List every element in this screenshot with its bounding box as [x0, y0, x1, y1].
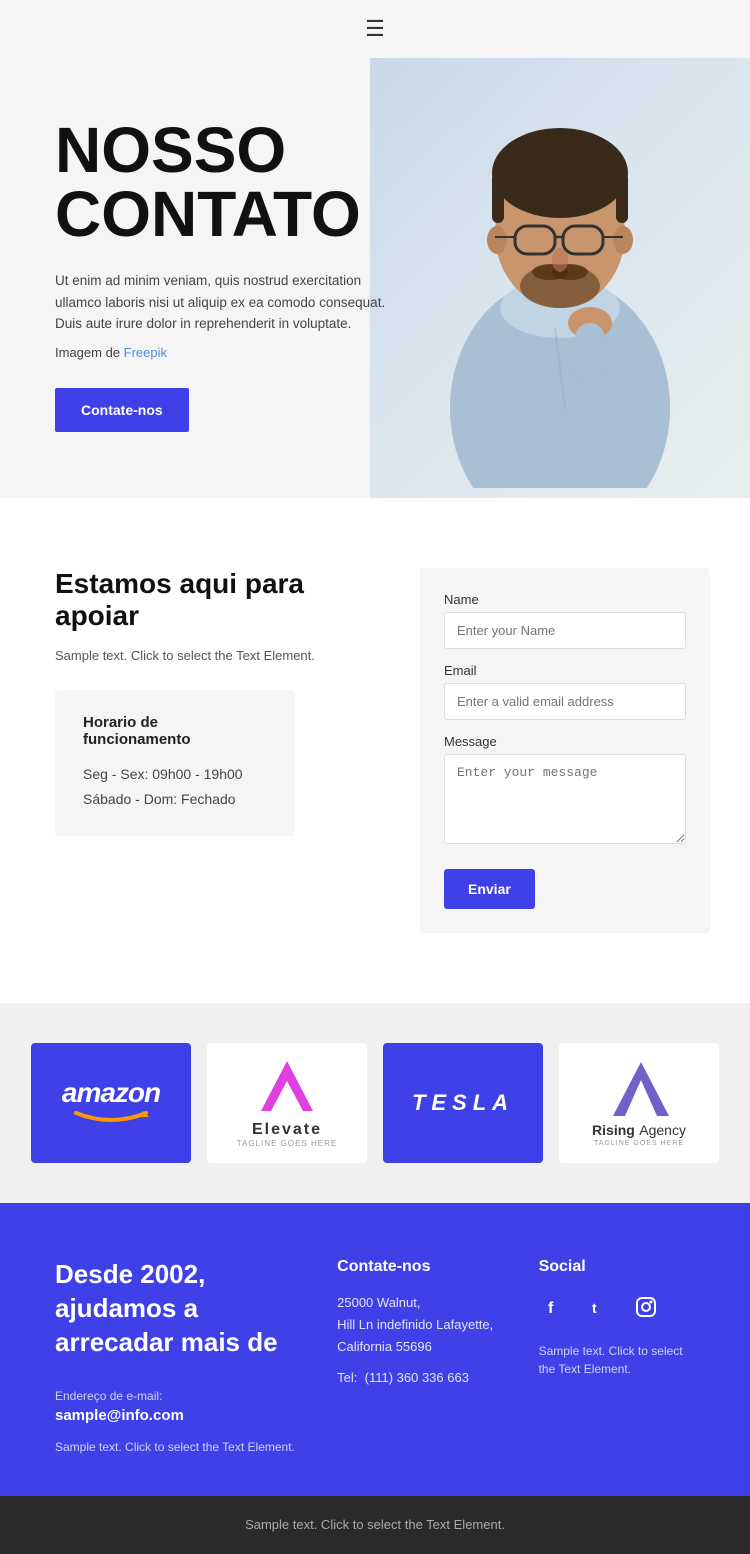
- form-submit-button[interactable]: Enviar: [444, 869, 535, 909]
- tesla-text: TESLA: [412, 1090, 514, 1116]
- footer-col2: Contate-nos 25000 Walnut,Hill Ln indefin…: [337, 1258, 498, 1456]
- message-group: Message: [444, 734, 686, 849]
- footer-col1: Desde 2002, ajudamos a arrecadar mais de…: [55, 1258, 297, 1456]
- elevate-logo: Elevate TAGLINE GOES HERE: [237, 1059, 337, 1148]
- footer-address: 25000 Walnut,Hill Ln indefinido Lafayett…: [337, 1292, 498, 1358]
- contact-form: Name Email Message Enviar: [420, 568, 710, 933]
- contact-title: Estamos aqui para apoiar: [55, 568, 380, 632]
- contact-sample-text: Sample text. Click to select the Text El…: [55, 646, 380, 666]
- twitter-icon[interactable]: t: [585, 1292, 615, 1322]
- footer-main: Desde 2002, ajudamos a arrecadar mais de…: [0, 1203, 750, 1496]
- rising-triangle-icon: [611, 1060, 667, 1116]
- hero-title: NOSSO CONTATO: [55, 118, 710, 246]
- hours-box: Horario de funcionamento Seg - Sex: 09h0…: [55, 690, 295, 836]
- name-group: Name: [444, 592, 686, 649]
- hero-description: Ut enim ad minim veniam, quis nostrud ex…: [55, 270, 395, 335]
- footer-col3: Social f t Sample text. Click to select …: [539, 1258, 700, 1456]
- footer-bottom-text: Sample text. Click to select the Text El…: [245, 1517, 505, 1532]
- tesla-logo-card: TESLA: [383, 1043, 543, 1163]
- hamburger-icon[interactable]: ☰: [365, 16, 385, 42]
- footer-sample-text: Sample text. Click to select the Text El…: [55, 1438, 297, 1456]
- rising-logo: Rising Agency TAGLINE GOES HERE: [592, 1060, 686, 1147]
- amazon-text: amazon: [62, 1077, 160, 1109]
- contact-section: Estamos aqui para apoiar Sample text. Cl…: [0, 498, 750, 1003]
- elevate-triangle-icon: [259, 1059, 315, 1115]
- footer-email-label: Endereço de e-mail:: [55, 1389, 297, 1403]
- footer-contact-title: Contate-nos: [337, 1258, 498, 1276]
- rising-logo-card: Rising Agency TAGLINE GOES HERE: [559, 1043, 719, 1163]
- amazon-logo: amazon: [62, 1077, 160, 1130]
- contact-left: Estamos aqui para apoiar Sample text. Cl…: [55, 568, 380, 933]
- email-input[interactable]: [444, 683, 686, 720]
- elevate-logo-card: Elevate TAGLINE GOES HERE: [207, 1043, 367, 1163]
- hours-title: Horario de funcionamento: [83, 714, 267, 748]
- message-textarea[interactable]: [444, 754, 686, 844]
- footer-social-title: Social: [539, 1258, 700, 1276]
- hero-section: NOSSO CONTATO Ut enim ad minim veniam, q…: [0, 58, 750, 498]
- hours-weekdays: Seg - Sex: 09h00 - 19h00: [83, 762, 267, 787]
- hero-image-credit: Imagem de Freepik: [55, 345, 710, 360]
- rising-tagline: TAGLINE GOES HERE: [592, 1140, 686, 1147]
- facebook-icon[interactable]: f: [539, 1292, 569, 1322]
- hours-weekend: Sábado - Dom: Fechado: [83, 787, 267, 812]
- message-label: Message: [444, 734, 686, 749]
- svg-text:t: t: [592, 1300, 597, 1316]
- logos-section: amazon Elevate TAGLINE GOES HERE TESLA: [0, 1003, 750, 1203]
- rising-name: Rising Agency: [592, 1122, 686, 1140]
- freepik-link[interactable]: Freepik: [124, 345, 167, 360]
- footer-social-sample: Sample text. Click to select the Text El…: [539, 1342, 700, 1378]
- hero-cta-button[interactable]: Contate-nos: [55, 388, 189, 432]
- name-input[interactable]: [444, 612, 686, 649]
- amazon-arrow-icon: [71, 1109, 151, 1125]
- email-group: Email: [444, 663, 686, 720]
- hero-content: NOSSO CONTATO Ut enim ad minim veniam, q…: [0, 58, 750, 472]
- footer-tel: Tel: (111) 360 336 663: [337, 1370, 498, 1385]
- navbar: ☰: [0, 0, 750, 58]
- footer-headline: Desde 2002, ajudamos a arrecadar mais de: [55, 1258, 297, 1359]
- svg-text:f: f: [548, 1300, 554, 1317]
- footer-bottom: Sample text. Click to select the Text El…: [0, 1496, 750, 1554]
- name-label: Name: [444, 592, 686, 607]
- email-label: Email: [444, 663, 686, 678]
- elevate-name: Elevate: [237, 1121, 337, 1139]
- instagram-icon[interactable]: [631, 1292, 661, 1322]
- footer-email: sample@info.com: [55, 1407, 297, 1424]
- social-icons: f t: [539, 1292, 700, 1322]
- amazon-logo-card: amazon: [31, 1043, 191, 1163]
- rising-svg-icon: [611, 1060, 671, 1120]
- elevate-tagline: TAGLINE GOES HERE: [237, 1139, 337, 1148]
